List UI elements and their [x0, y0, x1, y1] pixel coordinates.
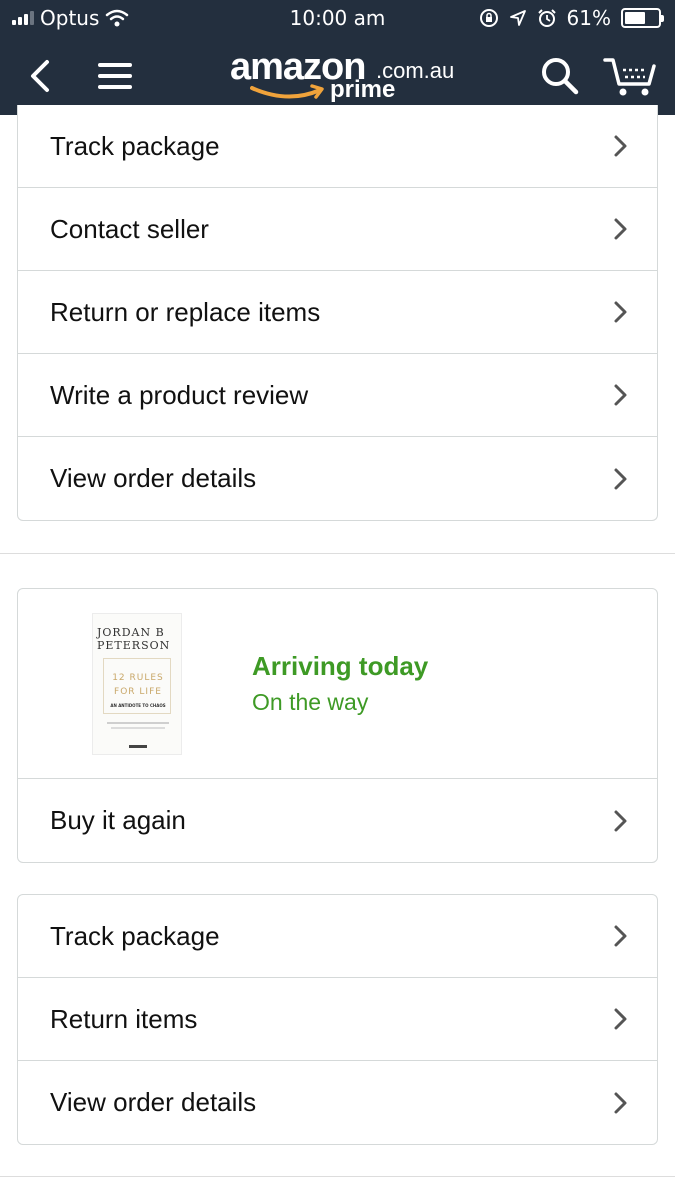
action-row-contact-seller[interactable]: Contact seller [18, 188, 657, 271]
chevron-right-icon [614, 384, 627, 406]
action-row-track-package[interactable]: Track package [18, 895, 657, 978]
section-divider [0, 1176, 675, 1177]
chevron-right-icon [614, 301, 627, 323]
shipment-product[interactable]: JORDAN B PETERSON 12 RULES FOR LIFE AN A… [18, 589, 657, 779]
back-button[interactable] [18, 36, 62, 115]
action-label: View order details [50, 1087, 257, 1117]
alarm-icon [537, 9, 556, 27]
shipment-actions-card: Track package Return items View order de… [17, 894, 658, 1145]
buy-it-again-label: Buy it again [50, 805, 186, 835]
delivery-substatus: On the way [252, 689, 369, 715]
book-publisher-mark [129, 745, 147, 748]
chevron-right-icon [614, 468, 627, 489]
rotation-lock-icon [479, 9, 498, 27]
chevron-right-icon [614, 925, 627, 947]
buy-it-again-row[interactable]: Buy it again [18, 779, 657, 862]
battery-fill [625, 12, 645, 24]
chevron-right-icon [614, 1092, 627, 1113]
book-title: 12 RULES FOR LIFE [104, 671, 172, 699]
battery-icon [621, 8, 664, 28]
action-row-view-order-details[interactable]: View order details [18, 1061, 657, 1144]
book-title-line1: 12 RULES [112, 673, 164, 683]
action-label: View order details [50, 463, 257, 493]
chevron-right-icon [614, 1008, 627, 1030]
search-icon [542, 57, 579, 94]
book-title-box: 12 RULES FOR LIFE AN ANTIDOTE TO CHAOS [103, 658, 171, 714]
book-author-line1: JORDAN B [97, 626, 165, 639]
chevron-right-icon [614, 218, 627, 240]
book-blurb-line [107, 722, 169, 724]
action-label: Write a product review [50, 379, 309, 410]
book-author-line2: PETERSON [97, 639, 171, 652]
action-row-view-order-details[interactable]: View order details [18, 437, 657, 520]
search-button[interactable] [536, 36, 584, 115]
chevron-right-icon [614, 810, 627, 831]
section-divider [0, 553, 675, 554]
book-title-line2: FOR LIFE [114, 687, 162, 697]
logo-prime: prime [330, 76, 396, 103]
delivery-status: Arriving today [252, 651, 429, 681]
book-author: JORDAN B PETERSON [97, 626, 179, 652]
menu-icon [98, 62, 132, 89]
status-right: 61% [479, 6, 664, 30]
order-actions-card: Track package Contact seller Return or r… [17, 105, 658, 521]
smile-arrow-icon [250, 84, 324, 99]
action-row-write-review[interactable]: Write a product review [18, 354, 657, 437]
status-bar: Optus 10:00 am 61% [0, 0, 675, 36]
chevron-right-icon [614, 135, 627, 157]
action-row-return-replace[interactable]: Return or replace items [18, 271, 657, 354]
book-blurb-line [111, 727, 165, 729]
action-label: Track package [50, 920, 220, 951]
action-label: Return or replace items [50, 296, 321, 327]
action-label: Return items [50, 1003, 198, 1034]
book-cover-image[interactable]: JORDAN B PETERSON 12 RULES FOR LIFE AN A… [92, 613, 182, 755]
action-label: Contact seller [50, 213, 209, 244]
shipment-card: JORDAN B PETERSON 12 RULES FOR LIFE AN A… [17, 588, 658, 863]
cart-button[interactable] [600, 36, 660, 115]
action-row-track-package[interactable]: Track package [18, 105, 657, 188]
action-row-return-items[interactable]: Return items [18, 978, 657, 1061]
battery-percent: 61% [566, 6, 611, 30]
book-subtitle: AN ANTIDOTE TO CHAOS [110, 703, 166, 708]
back-icon [31, 59, 49, 92]
cart-icon [603, 57, 656, 95]
nav-bar: amazon .com.au prime [0, 36, 675, 115]
action-label: Track package [50, 130, 220, 161]
location-icon [509, 10, 526, 26]
amazon-prime-logo[interactable]: amazon .com.au prime [228, 46, 458, 110]
menu-button[interactable] [92, 36, 138, 115]
